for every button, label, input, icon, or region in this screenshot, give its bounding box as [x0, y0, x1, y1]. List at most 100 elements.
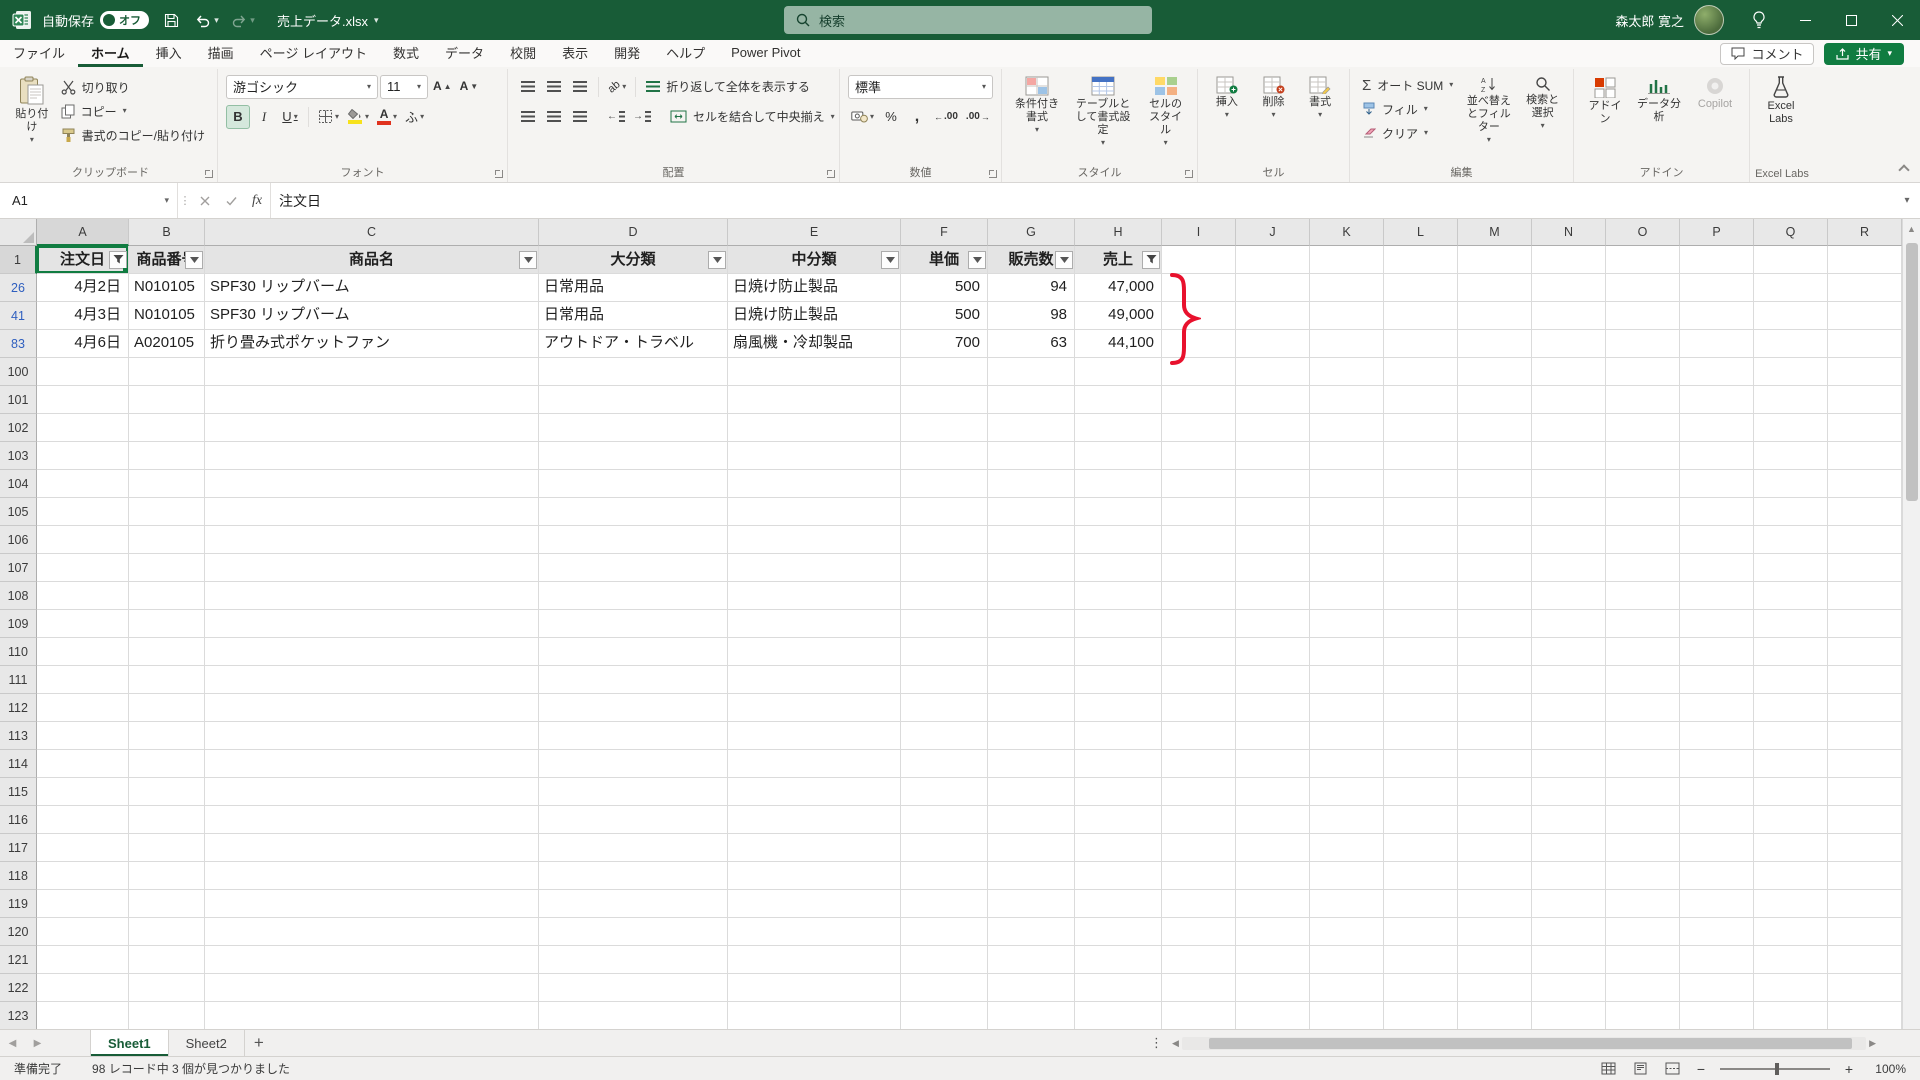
- row-header-111[interactable]: 111: [0, 666, 37, 694]
- filter-dropdown-button-g[interactable]: [1055, 250, 1073, 269]
- row-header-103[interactable]: 103: [0, 442, 37, 470]
- cell-q26[interactable]: [1754, 274, 1828, 302]
- cell-f108[interactable]: [901, 582, 988, 610]
- number-dialog-launcher[interactable]: [989, 170, 997, 178]
- cell-k83[interactable]: [1310, 330, 1384, 358]
- cell-n117[interactable]: [1532, 834, 1606, 862]
- cell-d121[interactable]: [539, 946, 728, 974]
- cell-a114[interactable]: [37, 750, 129, 778]
- sheet-more-button[interactable]: ⋮: [1150, 1030, 1163, 1056]
- increase-decimal-button[interactable]: ← .00: [931, 105, 961, 129]
- decrease-font-size-button[interactable]: A ▼: [457, 75, 482, 99]
- cell-j102[interactable]: [1236, 414, 1310, 442]
- cell-j41[interactable]: [1236, 302, 1310, 330]
- cell-j121[interactable]: [1236, 946, 1310, 974]
- cell-q106[interactable]: [1754, 526, 1828, 554]
- filter-dropdown-button-b[interactable]: [185, 250, 203, 269]
- format-painter-button[interactable]: 書式のコピー/貼り付け: [57, 123, 209, 147]
- cell-i108[interactable]: [1162, 582, 1236, 610]
- cell-j113[interactable]: [1236, 722, 1310, 750]
- cell-e103[interactable]: [728, 442, 901, 470]
- cell-g117[interactable]: [988, 834, 1075, 862]
- cell-f122[interactable]: [901, 974, 988, 1002]
- cell-p102[interactable]: [1680, 414, 1754, 442]
- bold-button[interactable]: B: [226, 104, 250, 129]
- scroll-up-icon[interactable]: ▲: [1907, 219, 1916, 239]
- sheet-nav-right-icon[interactable]: ▶: [25, 1030, 50, 1056]
- row-header-115[interactable]: 115: [0, 778, 37, 806]
- cell-a112[interactable]: [37, 694, 129, 722]
- zoom-in-button[interactable]: +: [1842, 1061, 1856, 1077]
- cell-b41[interactable]: N010105: [129, 302, 205, 330]
- cell-e116[interactable]: [728, 806, 901, 834]
- cell-m100[interactable]: [1458, 358, 1532, 386]
- cell-d111[interactable]: [539, 666, 728, 694]
- cell-f114[interactable]: [901, 750, 988, 778]
- ribbon-tab-power-pivot[interactable]: Power Pivot: [718, 40, 813, 67]
- cell-k103[interactable]: [1310, 442, 1384, 470]
- cell-q41[interactable]: [1754, 302, 1828, 330]
- cell-e102[interactable]: [728, 414, 901, 442]
- cell-r104[interactable]: [1828, 470, 1902, 498]
- filter-dropdown-button-d[interactable]: [708, 250, 726, 269]
- cell-p101[interactable]: [1680, 386, 1754, 414]
- cell-n118[interactable]: [1532, 862, 1606, 890]
- cell-a104[interactable]: [37, 470, 129, 498]
- cell-o123[interactable]: [1606, 1002, 1680, 1029]
- cell-i122[interactable]: [1162, 974, 1236, 1002]
- cell-i118[interactable]: [1162, 862, 1236, 890]
- cell-h41[interactable]: 49,000: [1075, 302, 1162, 330]
- cell-m110[interactable]: [1458, 638, 1532, 666]
- cell-h103[interactable]: [1075, 442, 1162, 470]
- column-header-k[interactable]: K: [1310, 219, 1384, 246]
- cell-f102[interactable]: [901, 414, 988, 442]
- name-box[interactable]: A1 ▾: [0, 183, 178, 218]
- cell-l109[interactable]: [1384, 610, 1458, 638]
- cell-g41[interactable]: 98: [988, 302, 1075, 330]
- column-header-o[interactable]: O: [1606, 219, 1680, 246]
- cell-e41[interactable]: 日焼け防止製品: [728, 302, 901, 330]
- cell-j119[interactable]: [1236, 890, 1310, 918]
- align-top-button[interactable]: [516, 75, 540, 99]
- column-header-l[interactable]: L: [1384, 219, 1458, 246]
- cell-c41[interactable]: SPF30 リップバーム: [205, 302, 539, 330]
- cell-l26[interactable]: [1384, 274, 1458, 302]
- cell-n100[interactable]: [1532, 358, 1606, 386]
- row-header-83[interactable]: 83: [0, 330, 37, 358]
- cell-h101[interactable]: [1075, 386, 1162, 414]
- cell-r101[interactable]: [1828, 386, 1902, 414]
- formula-bar-grip[interactable]: ⋮: [178, 183, 192, 218]
- excel-app-icon[interactable]: [10, 8, 34, 32]
- cell-m119[interactable]: [1458, 890, 1532, 918]
- cell-e120[interactable]: [728, 918, 901, 946]
- cell-a1[interactable]: 注文日: [37, 246, 129, 274]
- cell-o122[interactable]: [1606, 974, 1680, 1002]
- cell-c101[interactable]: [205, 386, 539, 414]
- cell-a26[interactable]: 4月2日: [37, 274, 129, 302]
- cell-o1[interactable]: [1606, 246, 1680, 274]
- ribbon-tab-draw[interactable]: 描画: [195, 40, 247, 67]
- row-header-116[interactable]: 116: [0, 806, 37, 834]
- cell-n102[interactable]: [1532, 414, 1606, 442]
- maximize-button[interactable]: [1828, 0, 1874, 40]
- column-header-n[interactable]: N: [1532, 219, 1606, 246]
- cell-r109[interactable]: [1828, 610, 1902, 638]
- cell-l112[interactable]: [1384, 694, 1458, 722]
- cell-e106[interactable]: [728, 526, 901, 554]
- cell-c105[interactable]: [205, 498, 539, 526]
- cell-m112[interactable]: [1458, 694, 1532, 722]
- filter-dropdown-button-c[interactable]: [519, 250, 537, 269]
- cell-d115[interactable]: [539, 778, 728, 806]
- cell-i123[interactable]: [1162, 1002, 1236, 1029]
- cell-l103[interactable]: [1384, 442, 1458, 470]
- cell-i1[interactable]: [1162, 246, 1236, 274]
- cell-m111[interactable]: [1458, 666, 1532, 694]
- undo-button[interactable]: ▾: [193, 6, 221, 34]
- cell-p105[interactable]: [1680, 498, 1754, 526]
- cell-o113[interactable]: [1606, 722, 1680, 750]
- cell-r105[interactable]: [1828, 498, 1902, 526]
- collapse-ribbon-icon[interactable]: [1898, 164, 1910, 176]
- cell-f100[interactable]: [901, 358, 988, 386]
- cell-e121[interactable]: [728, 946, 901, 974]
- cell-e83[interactable]: 扇風機・冷却製品: [728, 330, 901, 358]
